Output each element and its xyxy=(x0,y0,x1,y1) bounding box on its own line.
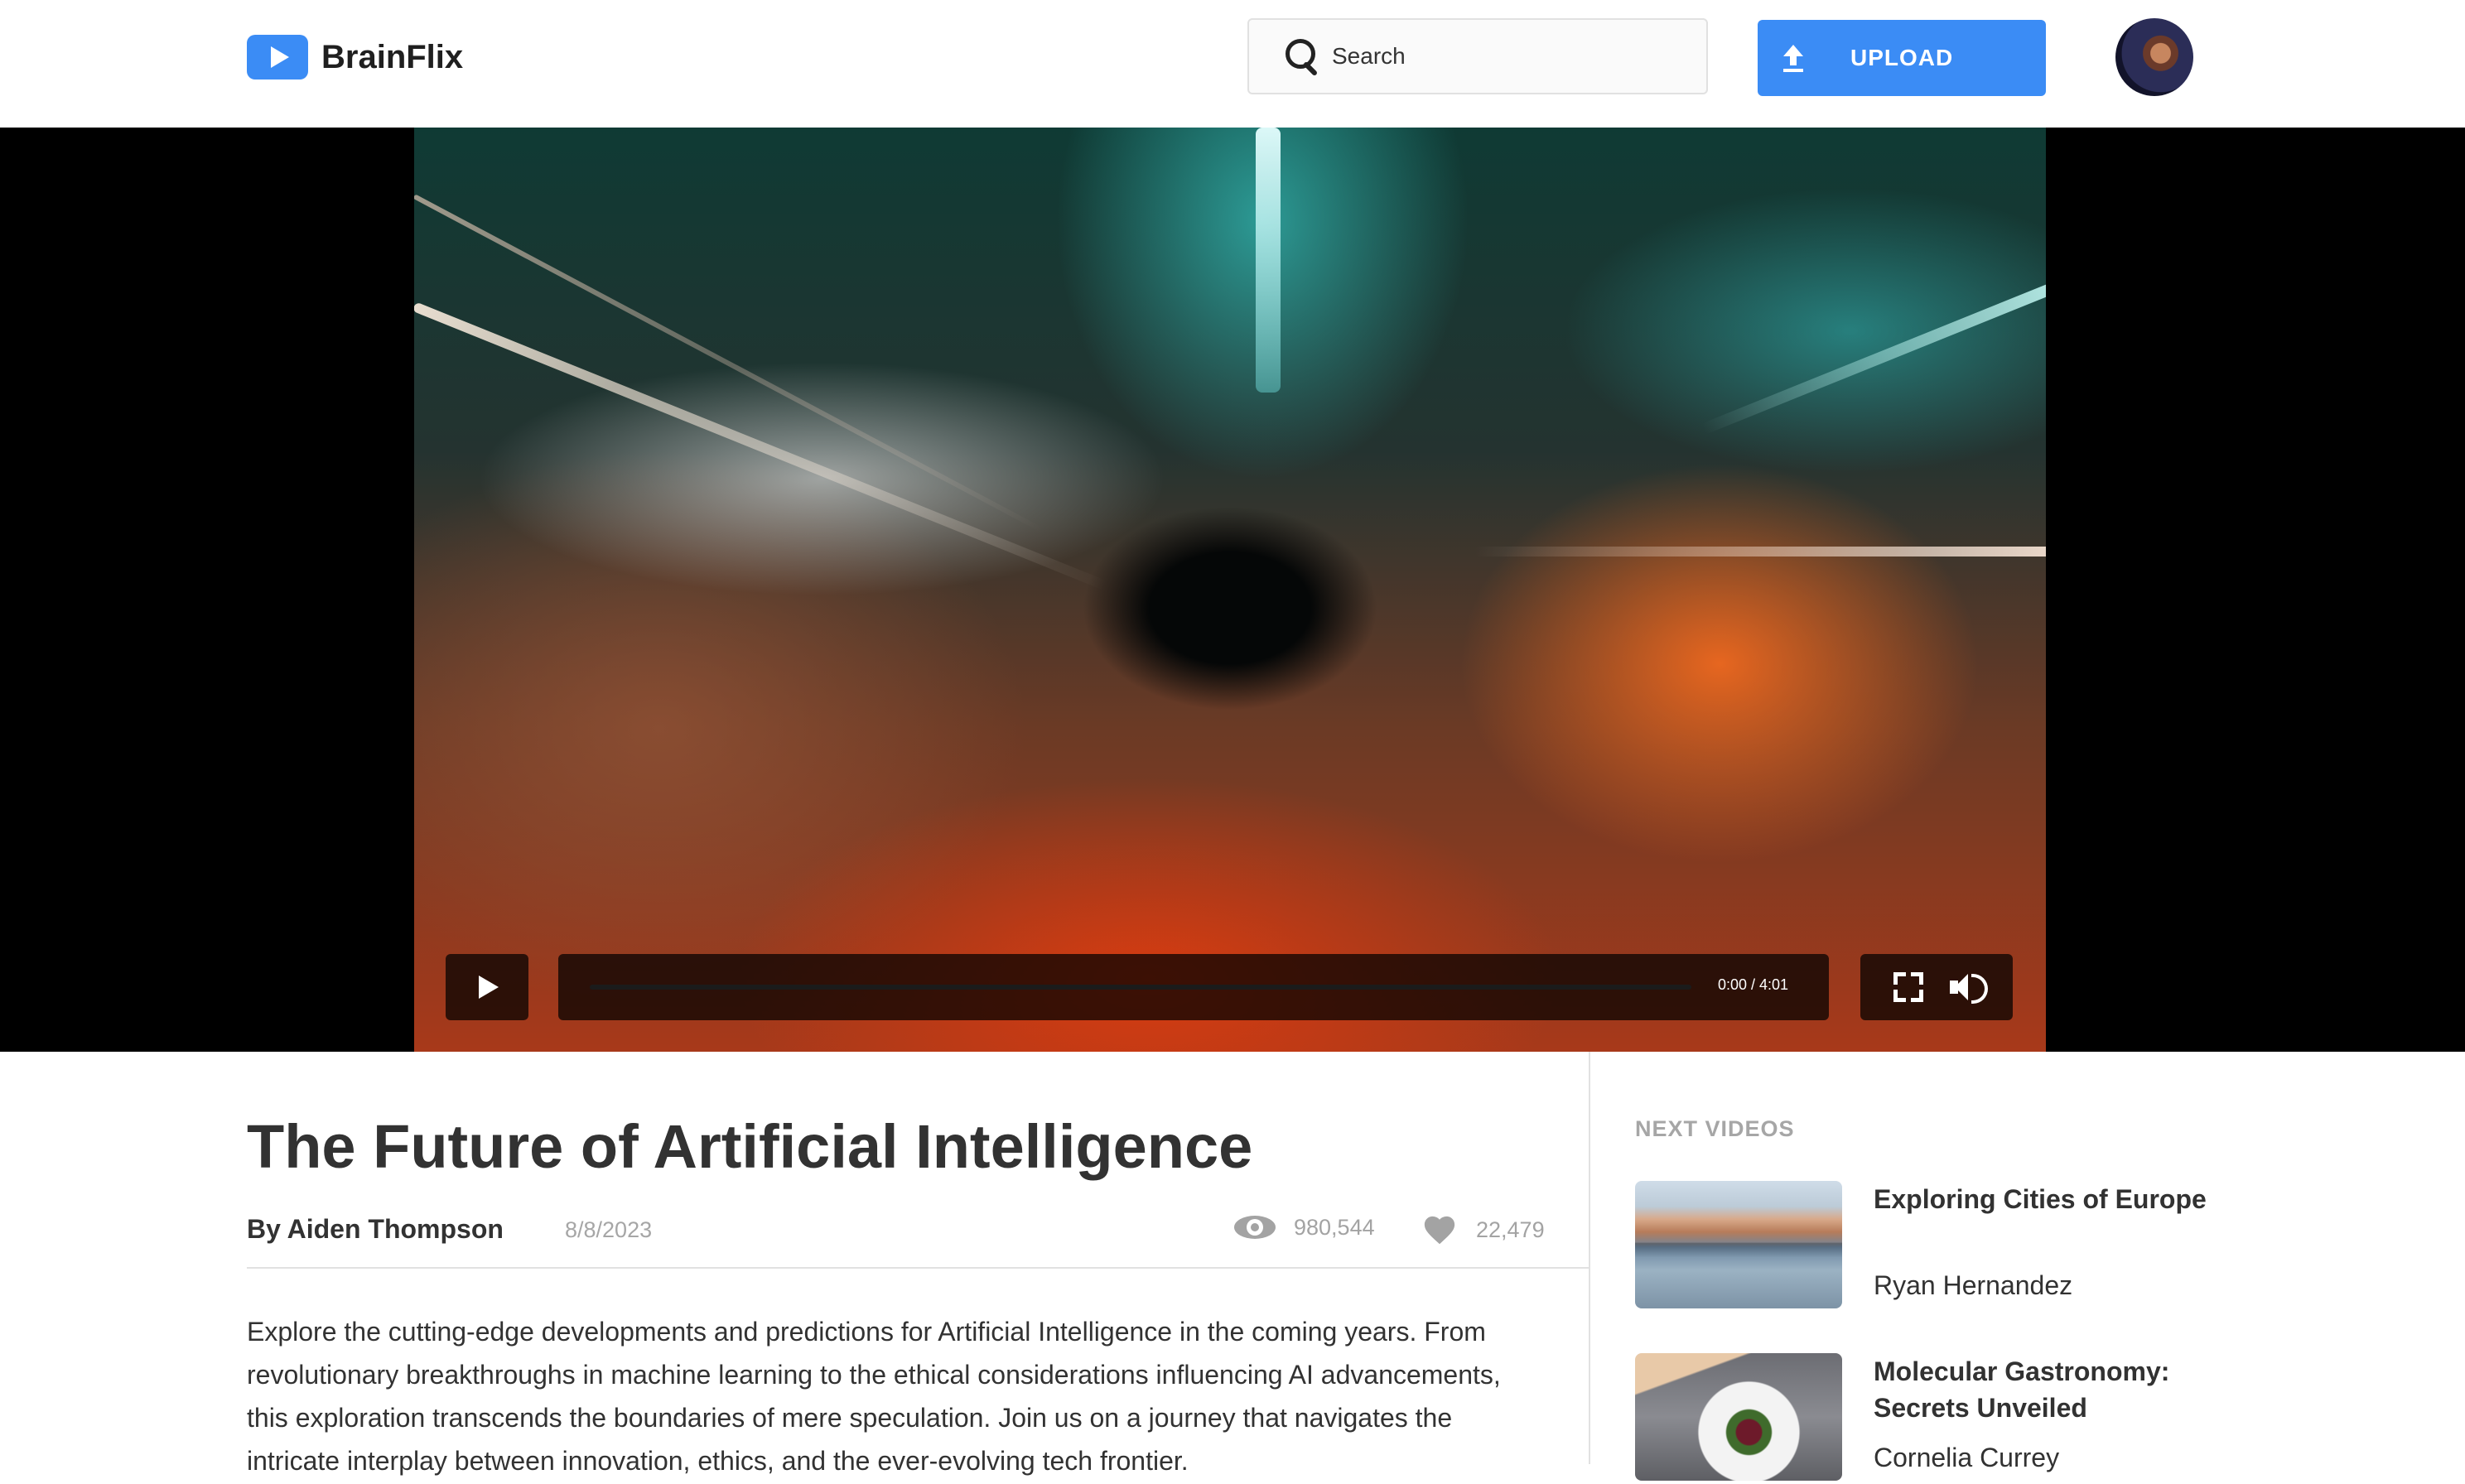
user-avatar[interactable] xyxy=(2115,18,2193,96)
play-button[interactable] xyxy=(446,954,528,1020)
heart-icon[interactable] xyxy=(1421,1214,1458,1246)
likes-stat: 22,479 xyxy=(1421,1214,1545,1246)
next-video-channel: Ryan Hernandez xyxy=(1874,1270,2073,1300)
upload-button[interactable]: UPLOAD xyxy=(1758,20,2046,96)
video-date: 8/8/2023 xyxy=(565,1217,653,1242)
views-stat: 980,544 xyxy=(1234,1214,1375,1241)
video-title: The Future of Artificial Intelligence xyxy=(247,1112,1253,1181)
next-video-item[interactable]: Exploring Cities of Europe Ryan Hernande… xyxy=(1635,1181,2265,1312)
upload-label: UPLOAD xyxy=(1850,45,1954,70)
header: BrainFlix UPLOAD xyxy=(0,0,2465,128)
progress-track[interactable] xyxy=(590,985,1691,990)
video-description: Explore the cutting-edge developments an… xyxy=(247,1317,1501,1476)
eye-icon xyxy=(1234,1214,1276,1241)
next-video-channel: Cornelia Currey xyxy=(1874,1443,2060,1472)
next-video-title: Exploring Cities of Europe xyxy=(1874,1184,2207,1214)
next-video-title: Molecular Gastronomy: Secrets Unveiled xyxy=(1874,1356,2170,1423)
video-player: 0:00 / 4:01 xyxy=(0,128,2465,1052)
video-details: The Future of Artificial Intelligence By… xyxy=(247,1052,1589,1476)
volume-icon[interactable] xyxy=(1950,972,1991,1004)
views-count: 980,544 xyxy=(1294,1214,1375,1240)
search-box[interactable] xyxy=(1247,18,1708,94)
search-input[interactable] xyxy=(1330,42,1665,70)
fullscreen-icon[interactable] xyxy=(1893,972,1923,1002)
scrubber-bar: 0:00 / 4:01 xyxy=(558,954,1829,1020)
next-video-thumbnail[interactable] xyxy=(1635,1353,1842,1481)
brand-name: BrainFlix xyxy=(321,38,464,75)
likes-count: 22,479 xyxy=(1476,1217,1545,1242)
search-icon xyxy=(1284,37,1322,77)
play-logo-icon xyxy=(247,35,308,80)
sidebar-divider xyxy=(1589,1052,1590,1464)
next-videos-heading: NEXT VIDEOS xyxy=(1635,1116,1795,1141)
next-videos: NEXT VIDEOS Exploring Cities of Europe R… xyxy=(1635,1052,2265,1481)
video-poster[interactable]: 0:00 / 4:01 xyxy=(414,128,2046,1052)
upload-icon xyxy=(1781,41,1806,75)
video-author: By Aiden Thompson xyxy=(247,1214,504,1244)
time-display: 0:00 / 4:01 xyxy=(1718,976,1789,993)
next-video-item[interactable]: Molecular Gastronomy: Secrets Unveiled C… xyxy=(1635,1353,2265,1484)
player-controls-right xyxy=(1860,954,2013,1020)
brand-logo[interactable]: BrainFlix xyxy=(247,35,463,80)
details-divider xyxy=(247,1267,1589,1269)
next-video-thumbnail[interactable] xyxy=(1635,1181,1842,1308)
